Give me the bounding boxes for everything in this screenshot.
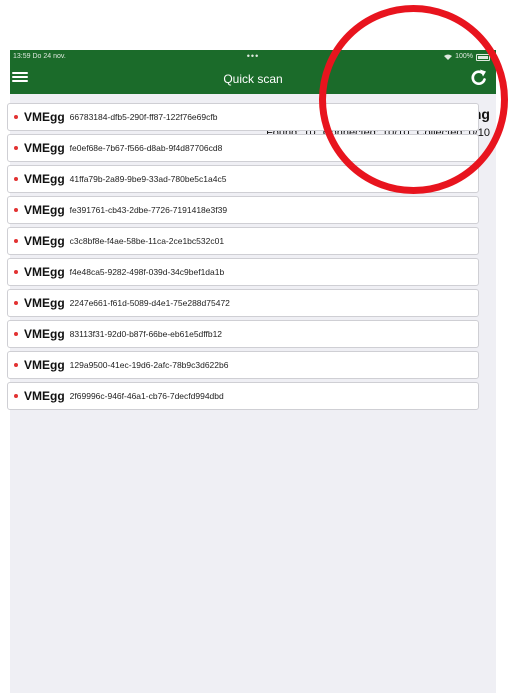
device-row[interactable]: VMEgg 66783184-dfb5-290f-ff87-122f76e69cf… [7,103,479,131]
device-name: VMEgg [24,203,65,217]
device-name: VMEgg [24,389,65,403]
status-dot-icon [14,332,18,336]
device-id: 129a9500-41ec-19d6-2afc-78b9c3d622b6 [69,360,229,370]
device-id: 2f69996c-946f-46a1-cb76-7decfd994dbd [69,391,224,401]
device-list: VMEgg 66783184-dfb5-290f-ff87-122f76e69cf… [7,103,479,413]
device-id: fe0ef68e-7b67-f566-d8ab-9f4d87706cd8 [69,143,223,153]
device-name: VMEgg [24,172,65,186]
device-row[interactable]: VMEgg 41ffa79b-2a89-9be9-33ad-780be5c1a4c… [7,165,479,193]
device-row[interactable]: VMEgg 2247e661-f61d-5089-d4e1-75e288d7547… [7,289,479,317]
device-row[interactable]: VMEgg c3c8bf8e-f4ae-58be-11ca-2ce1bc532c0… [7,227,479,255]
device-name: VMEgg [24,327,65,341]
device-name: VMEgg [24,296,65,310]
device-row[interactable]: VMEgg fe0ef68e-7b67-f566-d8ab-9f4d87706cd… [7,134,479,162]
device-id: 2247e661-f61d-5089-d4e1-75e288d75472 [69,298,230,308]
device-row[interactable]: VMEgg 83113f31-92d0-b87f-66be-eb61e5dffb1… [7,320,479,348]
device-row[interactable]: VMEgg 129a9500-41ec-19d6-2afc-78b9c3d622b… [7,351,479,379]
navigation-bar: Quick scan [10,64,496,94]
status-dot-icon [14,146,18,150]
device-name: VMEgg [24,110,65,124]
wifi-icon [444,54,453,60]
status-dot-icon [14,301,18,305]
device-id: c3c8bf8e-f4ae-58be-11ca-2ce1bc532c01 [69,236,225,246]
status-indicators: 100% [444,50,490,64]
device-name: VMEgg [24,141,65,155]
status-dot-icon [14,208,18,212]
device-name: VMEgg [24,265,65,279]
device-id: f4e48ca5-9282-498f-039d-34c9bef1da1b [69,267,225,277]
refresh-icon[interactable] [470,67,488,87]
device-id: 41ffa79b-2a89-9be9-33ad-780be5c1a4c5 [69,174,227,184]
device-row[interactable]: VMEgg f4e48ca5-9282-498f-039d-34c9bef1da1… [7,258,479,286]
status-dot-icon [14,270,18,274]
battery-icon [476,53,490,61]
status-bar: 13:59 Do 24 nov. ••• 100% [10,50,496,64]
status-dot-icon [14,394,18,398]
device-name: VMEgg [24,358,65,372]
device-id: fe391761-cb43-2dbe-7726-7191418e3f39 [69,205,228,215]
multitask-dots: ••• [246,51,260,61]
status-dot-icon [14,115,18,119]
device-id: 83113f31-92d0-b87f-66be-eb61e5dffb12 [69,329,223,339]
status-dot-icon [14,239,18,243]
device-name: VMEgg [24,234,65,248]
battery-percent: 100% [455,53,473,60]
page-title: Quick scan [223,72,283,86]
device-row[interactable]: VMEgg 2f69996c-946f-46a1-cb76-7decfd994db… [7,382,479,410]
status-dot-icon [14,363,18,367]
device-row[interactable]: VMEgg fe391761-cb43-2dbe-7726-7191418e3f3… [7,196,479,224]
device-id: 66783184-dfb5-290f-ff87-122f76e69cfb [69,112,218,122]
status-dot-icon [14,177,18,181]
